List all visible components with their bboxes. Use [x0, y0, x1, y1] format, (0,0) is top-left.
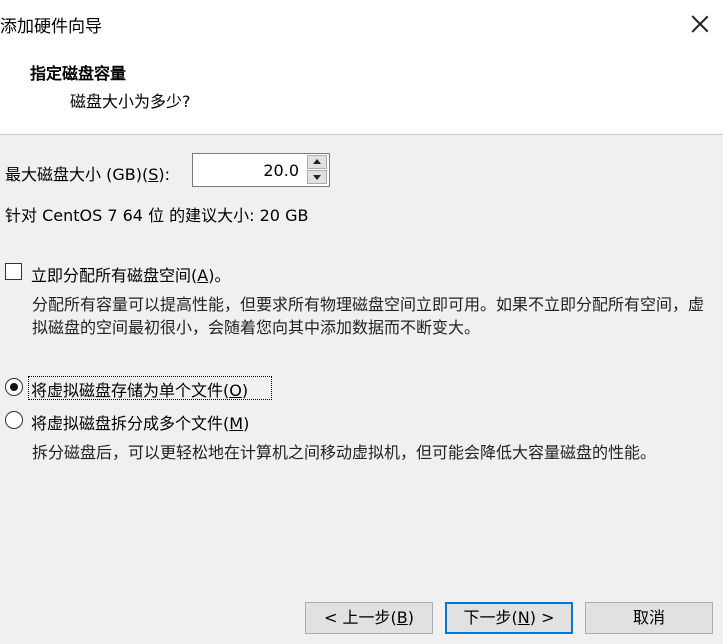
- page-title: 指定磁盘容量: [30, 64, 127, 83]
- allocate-description: 分配所有容量可以提高性能，但要求所有物理磁盘空间立即可用。如果不立即分配所有空间…: [32, 295, 705, 337]
- split-files-radio[interactable]: [5, 411, 23, 429]
- single-file-radio[interactable]: [5, 378, 23, 396]
- disk-size-accesskey: S: [148, 165, 159, 184]
- recommended-size-text: 针对 CentOS 7 64 位 的建议大小: 20 GB: [5, 206, 309, 225]
- increment-button[interactable]: [307, 155, 327, 169]
- split-files-description: 拆分磁盘后，可以更轻松地在计算机之间移动虚拟机，但可能会降低大容量磁盘的性能。: [32, 443, 657, 462]
- back-button[interactable]: < 上一步(B): [305, 602, 433, 634]
- allocate-all-label[interactable]: 立即分配所有磁盘空间(A)。: [31, 262, 230, 286]
- split-files-label[interactable]: 将虚拟磁盘拆分成多个文件(M): [31, 410, 249, 434]
- cancel-button[interactable]: 取消: [585, 602, 713, 634]
- disk-size-label: 最大磁盘大小 (GB)(S):: [5, 165, 170, 184]
- arrow-down-icon: [313, 175, 321, 180]
- disk-size-stepper[interactable]: [192, 153, 330, 187]
- disk-size-input[interactable]: [193, 154, 305, 186]
- radio-selected-dot: [10, 383, 18, 391]
- window-title: 添加硬件向导: [0, 17, 102, 37]
- decrement-button[interactable]: [307, 170, 327, 184]
- single-file-label[interactable]: 将虚拟磁盘存储为单个文件(O): [31, 377, 248, 401]
- next-button[interactable]: 下一步(N) >: [445, 602, 573, 634]
- allocate-all-checkbox[interactable]: [5, 263, 22, 280]
- close-icon[interactable]: [688, 12, 712, 36]
- page-subtitle: 磁盘大小为多少?: [70, 92, 191, 111]
- arrow-up-icon: [313, 159, 321, 164]
